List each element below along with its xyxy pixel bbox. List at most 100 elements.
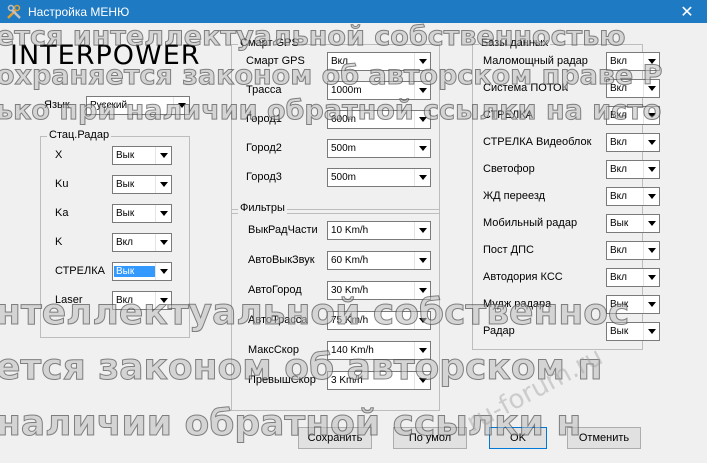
- filter-row-select-value: 60 Km/h: [331, 255, 369, 266]
- filter-row-label: АвтоВыкЗвук: [248, 254, 315, 266]
- db-row-label: СТРЕЛКА: [483, 109, 533, 121]
- radar-row-label: Ku: [55, 178, 69, 190]
- filter-row-select[interactable]: 3 Km/h: [327, 371, 431, 390]
- db-row-label: Маломощный радар: [483, 55, 588, 67]
- chevron-down-icon[interactable]: [643, 215, 659, 232]
- window-title: Настройка МЕНЮ: [28, 4, 130, 19]
- chevron-down-icon[interactable]: [414, 222, 430, 239]
- gps-row-select[interactable]: Вкл: [327, 52, 431, 71]
- filter-row-select-value: 10 Km/h: [331, 225, 369, 236]
- radar-row-label: СТРЕЛКА: [55, 265, 105, 277]
- chevron-down-icon[interactable]: [155, 205, 171, 222]
- radar-row-select[interactable]: Вык: [112, 204, 172, 223]
- db-row-select[interactable]: Вкл: [606, 187, 660, 206]
- db-row-select-value: Вкл: [610, 83, 627, 94]
- language-label: Язык: [44, 99, 70, 111]
- db-row-select-value: Вкл: [610, 110, 627, 121]
- filter-row-select-value: 3 Km/h: [331, 375, 363, 386]
- filter-row-select-value: 140 Km/h: [331, 345, 374, 356]
- db-row-label: ЖД переезд: [483, 190, 546, 202]
- chevron-down-icon[interactable]: [643, 242, 659, 259]
- db-row-select-value: Вык: [610, 299, 629, 310]
- db-row-select[interactable]: Вкл: [606, 133, 660, 152]
- db-row-select[interactable]: Вкл: [606, 52, 660, 71]
- chevron-down-icon[interactable]: [414, 342, 430, 359]
- interpower-logo: INTERPOWER: [10, 40, 201, 71]
- filter-row-label: АвтоТрасса: [248, 314, 308, 326]
- chevron-down-icon[interactable]: [414, 53, 430, 70]
- db-row-select-value: Вкл: [610, 245, 627, 256]
- radar-row-label: Ka: [55, 207, 69, 219]
- cancel-button[interactable]: Отменить: [567, 427, 641, 449]
- chevron-down-icon[interactable]: [173, 97, 189, 114]
- chevron-down-icon[interactable]: [414, 312, 430, 329]
- db-row-select[interactable]: Вкл: [606, 106, 660, 125]
- db-row-label: Светофор: [483, 163, 535, 175]
- chevron-down-icon[interactable]: [155, 263, 171, 280]
- db-row-select[interactable]: Вкл: [606, 241, 660, 260]
- chevron-down-icon[interactable]: [155, 147, 171, 164]
- db-row-select[interactable]: Вкл: [606, 268, 660, 287]
- db-row-select-value: Вкл: [610, 191, 627, 202]
- chevron-down-icon[interactable]: [414, 252, 430, 269]
- radar-row-select[interactable]: Вык: [112, 262, 172, 281]
- filter-row-select-value: 30 Km/h: [331, 285, 369, 296]
- chevron-down-icon[interactable]: [155, 234, 171, 251]
- db-row-select[interactable]: Вык: [606, 322, 660, 341]
- language-select[interactable]: Русский: [86, 96, 190, 115]
- chevron-down-icon[interactable]: [414, 169, 430, 186]
- gps-row-label: Город3: [246, 171, 282, 183]
- close-button[interactable]: ✕: [667, 0, 707, 23]
- chevron-down-icon[interactable]: [155, 292, 171, 309]
- gps-row-label: Город2: [246, 142, 282, 154]
- filter-row-label: ВыкРадЧасти: [248, 224, 318, 236]
- filter-row-select[interactable]: 60 Km/h: [327, 251, 431, 270]
- chevron-down-icon[interactable]: [414, 82, 430, 99]
- radar-row-select[interactable]: Вкл: [112, 291, 172, 310]
- chevron-down-icon[interactable]: [414, 140, 430, 157]
- gps-row-select[interactable]: 1000m: [327, 81, 431, 100]
- radar-row-select[interactable]: Вкл: [112, 233, 172, 252]
- chevron-down-icon[interactable]: [155, 176, 171, 193]
- db-row-select[interactable]: Вык: [606, 295, 660, 314]
- gps-row-select-value: 1000m: [331, 85, 362, 96]
- chevron-down-icon[interactable]: [414, 372, 430, 389]
- chevron-down-icon[interactable]: [643, 188, 659, 205]
- chevron-down-icon[interactable]: [414, 111, 430, 128]
- gps-row-select[interactable]: 500m: [327, 139, 431, 158]
- gps-row-select-value: 500m: [331, 143, 357, 154]
- save-button[interactable]: Сохранить: [298, 427, 372, 449]
- filter-row-select[interactable]: 10 Km/h: [327, 221, 431, 240]
- gps-row-select[interactable]: 500m: [327, 168, 431, 187]
- filters-group-title: Фильтры: [238, 202, 287, 214]
- watermark-site: ru-forum.ru: [461, 341, 608, 439]
- radar-row-select[interactable]: Вык: [112, 175, 172, 194]
- ok-button[interactable]: OK: [489, 427, 547, 449]
- chevron-down-icon[interactable]: [643, 161, 659, 178]
- radar-row-label: Laser: [55, 294, 83, 306]
- gps-row-select[interactable]: 600m: [327, 110, 431, 129]
- db-row-select[interactable]: Вкл: [606, 79, 660, 98]
- radar-row-select[interactable]: Вык: [112, 146, 172, 165]
- chevron-down-icon[interactable]: [643, 269, 659, 286]
- chevron-down-icon[interactable]: [643, 107, 659, 124]
- chevron-down-icon[interactable]: [643, 53, 659, 70]
- chevron-down-icon[interactable]: [643, 323, 659, 340]
- chevron-down-icon[interactable]: [414, 282, 430, 299]
- db-row-select[interactable]: Вык: [606, 214, 660, 233]
- radar-row-select-value: Вкл: [116, 237, 133, 248]
- radar-row-select-value: Вык: [116, 179, 135, 190]
- chevron-down-icon[interactable]: [643, 296, 659, 313]
- filter-row-select[interactable]: 140 Km/h: [327, 341, 431, 360]
- db-row-select[interactable]: Вкл: [606, 160, 660, 179]
- defaults-button[interactable]: По умол: [393, 427, 467, 449]
- filter-row-select[interactable]: 30 Km/h: [327, 281, 431, 300]
- filter-row-select[interactable]: 75 Km/h: [327, 311, 431, 330]
- db-row-select-value: Вкл: [610, 137, 627, 148]
- gps-row-select-value: 500m: [331, 172, 357, 183]
- chevron-down-icon[interactable]: [643, 134, 659, 151]
- chevron-down-icon[interactable]: [643, 80, 659, 97]
- filter-row-label: МаксСкор: [248, 344, 299, 356]
- db-row-label: Радар: [483, 325, 515, 337]
- gps-row-select-value: 600m: [331, 114, 357, 125]
